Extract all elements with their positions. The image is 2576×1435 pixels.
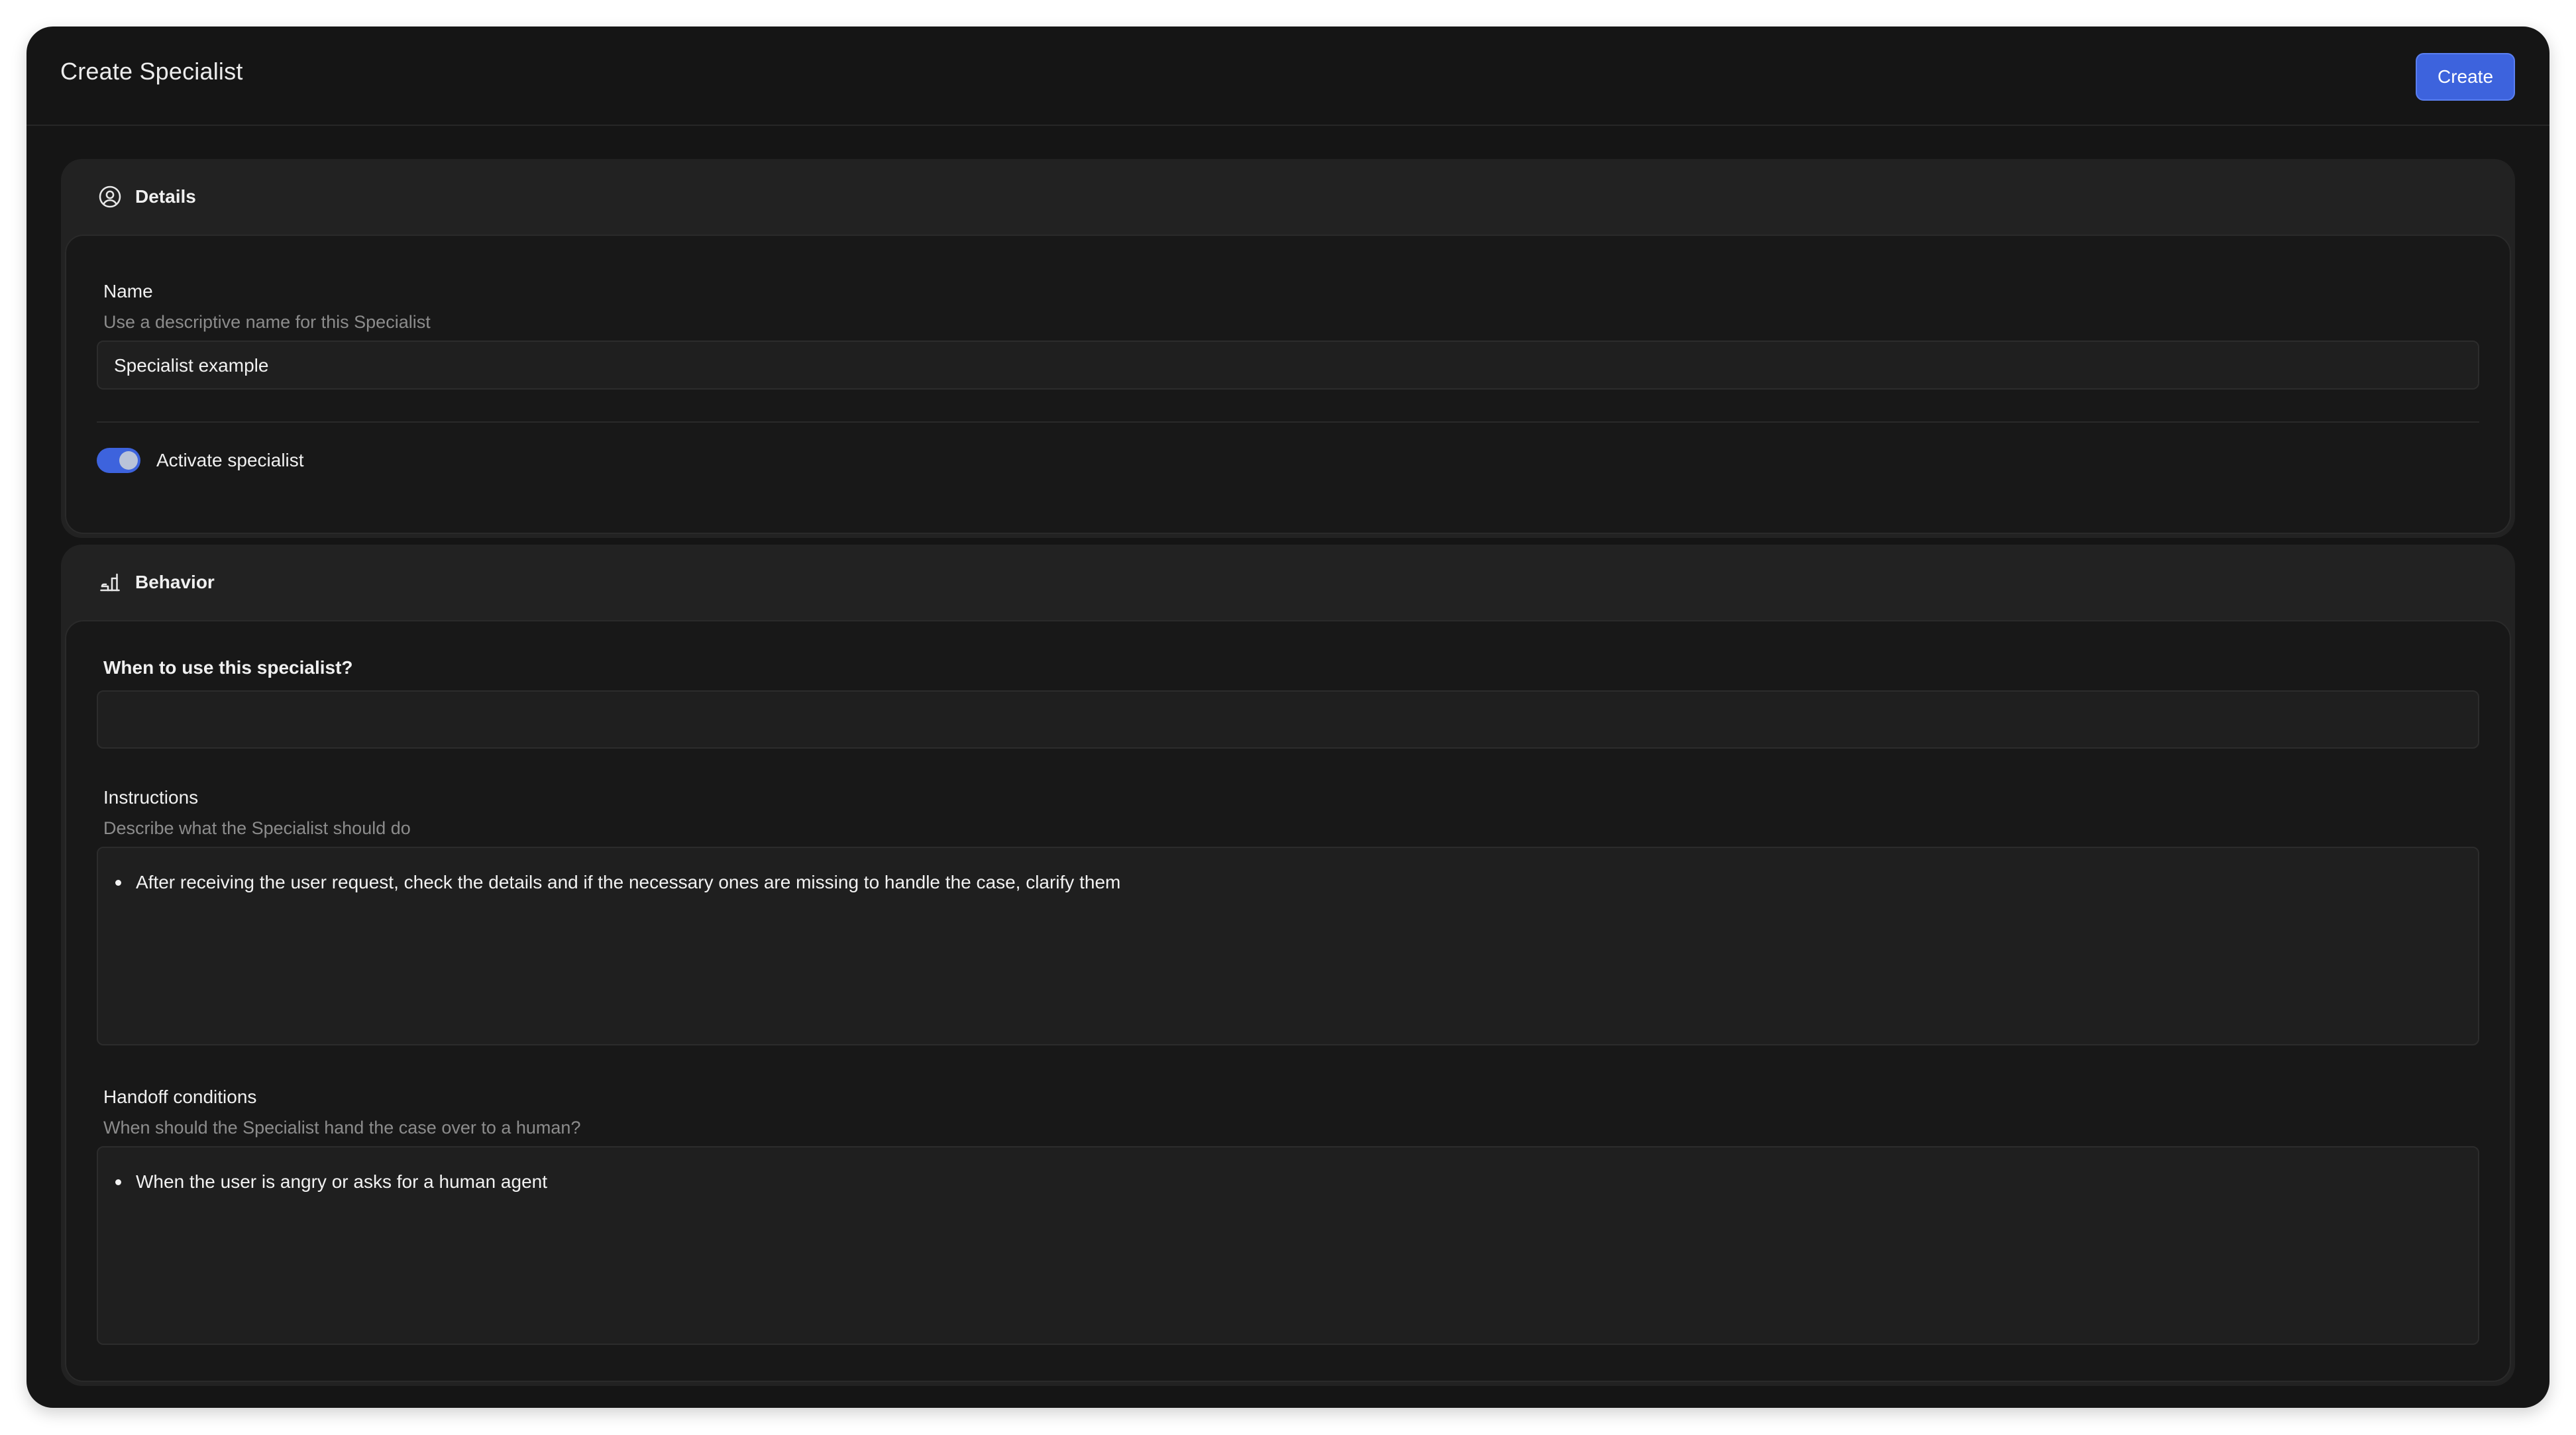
instructions-editor[interactable]: After receiving the user request, check … [97,847,2479,1045]
name-input[interactable]: Specialist example [97,341,2479,390]
when-to-use-input[interactable] [97,690,2479,749]
name-help-text: Use a descriptive name for this Speciali… [103,312,431,332]
bullet-dot [115,879,121,886]
handoff-label: Handoff conditions [103,1087,257,1107]
name-input-value: Specialist example [114,355,269,376]
behavior-body: When to use this specialist? Instruction… [65,620,2511,1382]
handoff-editor[interactable]: When the user is angry or asks for a hum… [97,1146,2479,1345]
details-card: Details Name Use a descriptive name for … [61,159,2515,538]
user-circle-icon [98,185,122,209]
instructions-bullet-item: After receiving the user request, check … [115,873,1120,892]
activate-specialist-toggle[interactable] [97,448,140,473]
behavior-section-label: Behavior [135,572,215,592]
instructions-item-text: After receiving the user request, check … [136,872,1121,892]
instructions-label: Instructions [103,787,199,808]
create-button[interactable]: Create [2416,53,2515,101]
page-title: Create Specialist [60,58,243,85]
when-to-use-label: When to use this specialist? [103,657,353,678]
details-divider [97,421,2479,423]
activate-specialist-label: Activate specialist [156,450,304,470]
details-body: Name Use a descriptive name for this Spe… [65,235,2511,534]
handoff-help-text: When should the Specialist hand the case… [103,1118,581,1138]
behavior-icon [98,570,122,594]
name-label: Name [103,281,153,301]
bullet-dot [115,1179,121,1185]
top-bar: Create Specialist Create [27,27,2549,126]
handoff-item-text: When the user is angry or asks for a hum… [136,1171,547,1192]
details-section-label: Details [135,186,196,207]
toggle-knob [119,451,138,470]
behavior-card: Behavior When to use this specialist? In… [61,545,2515,1386]
behavior-header: Behavior [61,545,2515,620]
handoff-bullet-item: When the user is angry or asks for a hum… [115,1173,547,1191]
instructions-help-text: Describe what the Specialist should do [103,818,411,838]
details-header: Details [61,159,2515,235]
create-specialist-window: Create Specialist Create Details Name Us… [27,27,2549,1408]
